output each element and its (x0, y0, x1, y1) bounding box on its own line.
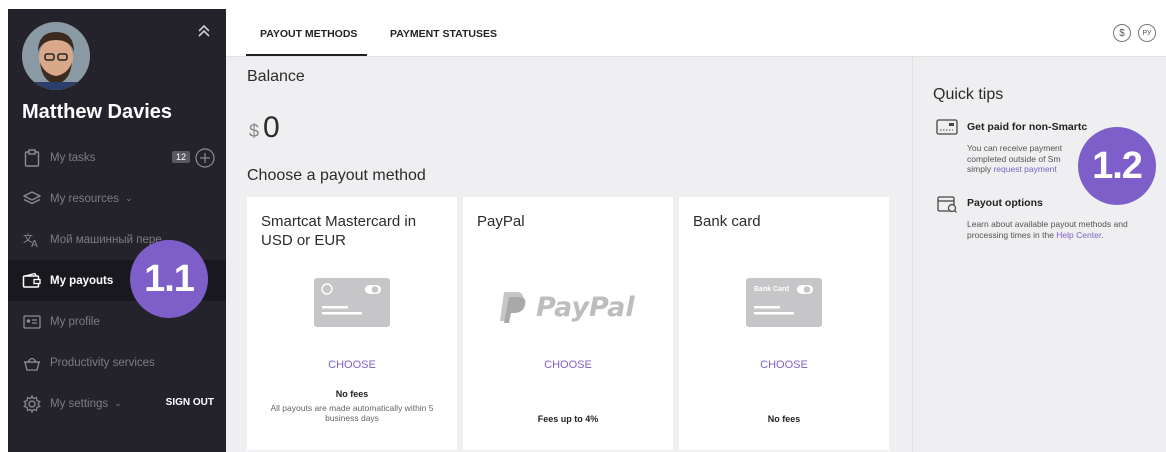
tab-payout-methods[interactable]: PAYOUT METHODS (260, 28, 357, 40)
sidebar-item-productivity-services[interactable]: Productivity services (8, 342, 226, 383)
tab-payment-statuses[interactable]: PAYMENT STATUSES (390, 28, 497, 40)
tip-body-tail: . (1101, 229, 1104, 240)
card-title: Smartcat Mastercard in USD or EUR (261, 213, 417, 249)
tip-body-text: Learn about available payout methods and… (967, 219, 1128, 240)
tip-body-text: simply (967, 164, 994, 174)
card-title: PayPal (477, 213, 525, 230)
quick-tips-panel: Quick tips Get paid for non-Smartc You c… (912, 57, 1166, 452)
sidebar-item-my-resources[interactable]: My resources ⌄ (8, 178, 226, 219)
sign-out-button[interactable]: SIGN OUT (166, 397, 214, 408)
tip-heading: Payout options (967, 197, 1043, 209)
choose-payout-title: Choose a payout method (247, 167, 426, 184)
tasks-count-badge: 12 (172, 151, 191, 163)
balance-title: Balance (247, 68, 305, 85)
plus-circle-icon[interactable] (195, 148, 215, 168)
basket-icon (22, 353, 42, 373)
invoice-card-icon (936, 119, 958, 135)
smartcat-card-image (314, 278, 390, 327)
layers-icon (22, 189, 42, 209)
chevron-down-icon[interactable]: ⌄ (114, 398, 122, 409)
card-title: Bank card (693, 213, 761, 230)
language-ru-icon[interactable]: РУ (1138, 24, 1156, 42)
sidebar-item-my-settings[interactable]: My settings ⌄ SIGN OUT (8, 383, 226, 424)
wallet-icon (22, 271, 42, 291)
id-card-icon (22, 312, 42, 332)
balance-amount: 0 (263, 111, 280, 144)
balance-value: $0 (249, 111, 280, 145)
chevron-up-double-icon[interactable] (195, 22, 213, 40)
bank-card-image: Bank Card (746, 278, 822, 327)
sidebar-item-label: My tasks (50, 151, 96, 164)
fee-title: No fees (767, 414, 801, 424)
help-center-link[interactable]: Help Center (1056, 230, 1101, 240)
sidebar-item-label: My profile (50, 315, 100, 328)
paypal-logo-text: PayPal (536, 291, 635, 323)
translate-icon: 文A (22, 230, 42, 250)
active-tab-indicator (246, 54, 367, 56)
sidebar-item-label: Productivity services (50, 356, 155, 369)
wallet-options-icon (937, 196, 957, 213)
tip-body: Learn about available payout methods and… (967, 219, 1157, 240)
step-badge-right: 1.2 (1078, 127, 1156, 205)
fee-title: Fees up to 4% (537, 414, 599, 424)
sidebar-item-label: My resources (50, 192, 120, 205)
request-payment-link[interactable]: request payment (993, 164, 1056, 174)
sidebar-item-label: My settings (50, 397, 109, 410)
balance-currency: $ (249, 121, 260, 141)
choose-paypal-button[interactable]: CHOOSE (463, 359, 673, 371)
choose-mastercard-button[interactable]: CHOOSE (247, 359, 457, 371)
main-content: Balance $0 Choose a payout method Smartc… (226, 57, 912, 452)
sidebar-item-label: Мой машинный пере (50, 233, 162, 246)
payout-card-paypal[interactable]: PayPal PayPal CHOOSE Fees up to 4% (463, 197, 673, 450)
chevron-down-icon[interactable]: ⌄ (125, 193, 133, 204)
clipboard-icon (22, 148, 42, 168)
payout-card-mastercard[interactable]: Smartcat Mastercard in USD or EUR CHOOSE… (247, 197, 457, 450)
paypal-logo: PayPal (498, 287, 643, 327)
fee-note: All payouts are made automatically withi… (270, 403, 434, 423)
dollar-currency-icon[interactable]: $ (1113, 24, 1131, 42)
tab-bar: PAYOUT METHODS PAYMENT STATUSES $ РУ (226, 9, 1166, 57)
svg-text:A: A (31, 239, 38, 248)
tip-heading: Get paid for non-Smartc (967, 121, 1088, 133)
user-name: Matthew Davies (22, 101, 173, 123)
avatar[interactable] (22, 22, 90, 90)
sidebar-item-label: My payouts (50, 274, 114, 287)
step-badge-left: 1.1 (130, 240, 208, 318)
quick-tips-title: Quick tips (933, 86, 1004, 103)
payout-card-bank[interactable]: Bank card Bank Card CHOOSE No fees (679, 197, 889, 450)
choose-bank-card-button[interactable]: CHOOSE (679, 359, 889, 371)
gear-icon (22, 394, 42, 414)
sidebar: Matthew Davies My tasks 12 My resources … (8, 9, 226, 452)
sidebar-item-my-tasks[interactable]: My tasks 12 (8, 137, 226, 178)
fee-title: No fees (335, 389, 369, 399)
app-root: Matthew Davies My tasks 12 My resources … (0, 0, 1166, 452)
